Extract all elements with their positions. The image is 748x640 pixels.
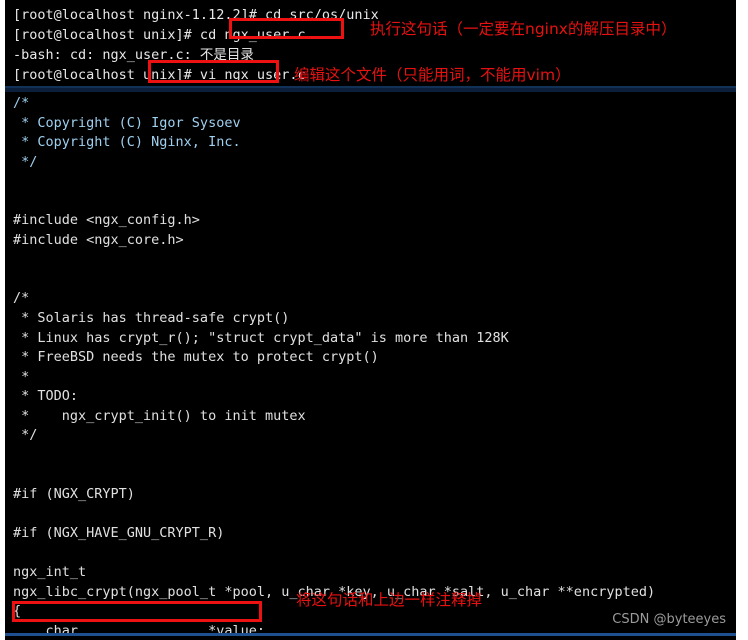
code-line: #if (NGX_CRYPT) xyxy=(13,485,135,502)
shell-line-2: [root@localhost unix]# cd ngx_user.c xyxy=(13,27,306,43)
bottom-padding xyxy=(5,636,736,640)
code-line: * FreeBSD needs the mutex to protect cry… xyxy=(13,349,379,366)
left-edge-gutter xyxy=(0,0,5,640)
code-line: * Copyright (C) Igor Sysoev xyxy=(13,114,241,131)
code-line: * TODO: xyxy=(13,388,79,405)
code-line: * xyxy=(13,368,30,385)
source-code-body: /* * Copyright (C) Igor Sysoev * Copyrig… xyxy=(13,94,736,633)
shell-line-4: [root@localhost unix]# vi ngx_user.c xyxy=(13,67,306,83)
vi-editor-pane[interactable]: /* * Copyright (C) Igor Sysoev * Copyrig… xyxy=(5,92,736,633)
shell-line-1: [root@localhost nginx-1.12.2]# cd src/os… xyxy=(13,7,379,23)
code-line: */ xyxy=(13,427,38,444)
code-line: * ngx_crypt_init() to init mutex xyxy=(13,407,306,424)
code-line: * Copyright (C) Nginx, Inc. xyxy=(13,134,241,151)
code-line: /* xyxy=(13,290,30,307)
csdn-watermark: CSDN @byteeyes xyxy=(612,612,726,627)
code-line: * Solaris has thread-safe crypt() xyxy=(13,310,290,327)
code-line: ngx_int_t xyxy=(13,564,87,581)
shell-line-3-error: -bash: cd: ngx_user.c: 不是目录 xyxy=(13,47,254,63)
code-line: #include <ngx_config.h> xyxy=(13,212,200,229)
terminal-screenshot: [root@localhost nginx-1.12.2]# cd src/os… xyxy=(0,0,748,640)
annotation-execute-note: 执行这句话（一定要在nginx的解压目录中） xyxy=(370,20,677,38)
code-line: #if (NGX_HAVE_GNU_CRYPT_R) xyxy=(13,525,225,542)
annotation-edit-note: 编辑这个文件（只能用词，不能用vim） xyxy=(294,66,571,84)
code-line: */ xyxy=(13,153,38,170)
code-line: /* xyxy=(13,95,30,111)
annotation-comment-note: 将这句话和上边一样注释掉 xyxy=(296,591,483,609)
code-line: #include <ngx_core.h> xyxy=(13,231,184,248)
code-line: * Linux has crypt_r(); "struct crypt_dat… xyxy=(13,329,509,346)
right-edge-gutter xyxy=(736,0,748,640)
